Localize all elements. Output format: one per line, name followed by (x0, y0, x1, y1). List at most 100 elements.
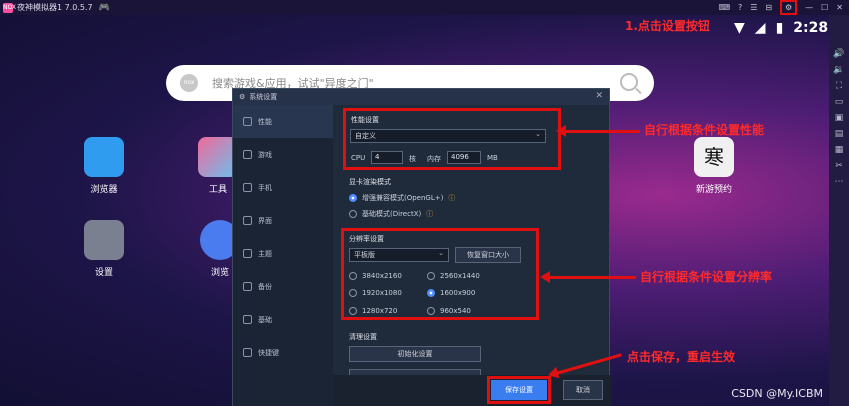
memory-unit: MB (487, 154, 498, 162)
sidebar-item-game[interactable]: 游戏 (233, 138, 333, 171)
nox-logo: nox (180, 74, 198, 92)
theme-icon (243, 249, 252, 258)
settings-button[interactable]: ⚙ (780, 0, 798, 15)
dialog-header: ⚙ 系统设置 (233, 89, 609, 105)
close-icon[interactable]: ✕ (836, 3, 843, 12)
dialog-title: 系统设置 (249, 93, 278, 101)
volume-down-icon[interactable]: 🔉 (833, 65, 844, 75)
radio-dot (349, 272, 357, 280)
render-directx-radio[interactable]: 基础模式(DirectX) ⓘ (349, 209, 433, 219)
res-option-960[interactable]: 960x540 (427, 307, 471, 315)
app-browser[interactable]: 浏览器 (74, 137, 134, 195)
radio-dot (427, 272, 435, 280)
memory-input[interactable]: 4096 (447, 151, 481, 164)
res-option-2560[interactable]: 2560x1440 (427, 272, 480, 280)
dialog-close-icon[interactable]: ✕ (595, 91, 603, 101)
browser-icon (84, 137, 124, 177)
signal-icon: ◢ (754, 20, 766, 36)
game-icon (243, 150, 252, 159)
gear-icon (84, 220, 124, 260)
memory-label: 内存 (427, 155, 441, 163)
screenshot-icon[interactable]: ▦ (835, 145, 844, 155)
settings-dialog: ⚙ 系统设置 ✕ 性能 游戏 手机 界面 主题 备份 基础 快捷键 性能设置 自… (232, 88, 611, 406)
menu-icon[interactable]: ☰ (750, 3, 757, 12)
sidebar-item-shortcut[interactable]: 快捷键 (233, 336, 333, 369)
minimize-icon[interactable]: — (805, 3, 813, 12)
phone-icon (243, 183, 252, 192)
status-bar: ▼ ◢ ▮ 2:28 (734, 20, 828, 36)
arrow-performance (556, 125, 640, 137)
gear-icon: ⚙ (785, 3, 793, 12)
restore-window-button[interactable]: 恢复窗口大小 (455, 247, 521, 263)
radio-dot (349, 194, 357, 202)
maximize-icon[interactable]: ☐ (821, 3, 828, 12)
reset-settings-button[interactable]: 初始化设置 (349, 346, 481, 362)
app-new-games[interactable]: 寒 新游预约 (684, 137, 744, 195)
cpu-unit: 核 (409, 155, 416, 163)
help-icon[interactable]: ? (738, 3, 742, 12)
radio-dot (427, 289, 435, 297)
fullscreen-icon[interactable]: ⛶ (836, 81, 842, 91)
radio-dot (349, 289, 357, 297)
volume-up-icon[interactable]: 🔊 (833, 49, 844, 59)
sidebar-item-performance[interactable]: 性能 (233, 105, 333, 138)
annotation-performance: 自行根据条件设置性能 (644, 123, 765, 137)
basic-icon (243, 315, 252, 324)
annotation-save: 点击保存，重启生效 (627, 350, 736, 364)
sidebar-item-backup[interactable]: 备份 (233, 270, 333, 303)
res-option-1920[interactable]: 1920x1080 (349, 289, 402, 297)
titlebar-icons: ⌨ ? ☰ ⊟ ⚙ — ☐ ✕ (718, 0, 843, 15)
arrow-resolution (540, 271, 636, 283)
clock: 2:28 (793, 20, 829, 36)
clean-title: 清理设置 (349, 333, 377, 341)
more-icon[interactable]: ⋯ (835, 177, 844, 187)
res-option-1280[interactable]: 1280x720 (349, 307, 397, 315)
res-option-1600[interactable]: 1600x900 (427, 289, 475, 297)
radio-dot (349, 210, 357, 218)
save-button[interactable]: 保存设置 (491, 380, 547, 400)
annotation-resolution: 自行根据条件设置分辨率 (640, 270, 773, 284)
info-icon: ⓘ (448, 194, 456, 202)
sidebar-item-theme[interactable]: 主题 (233, 237, 333, 270)
interface-icon (243, 216, 252, 225)
radio-dot (349, 307, 357, 315)
folder-icon[interactable]: ▤ (835, 129, 844, 139)
search-icon[interactable] (620, 73, 638, 91)
render-opengl-radio[interactable]: 增强兼容模式(OpenGL+) ⓘ (349, 193, 455, 203)
gamepad-icon[interactable]: 🎮 (99, 3, 110, 13)
backup-icon (243, 282, 252, 291)
window-title: 夜神模拟器1 7.0.5.7 (17, 3, 93, 12)
cpu-input[interactable]: 4 (371, 151, 403, 164)
shortcut-icon (243, 348, 252, 357)
sidebar-item-interface[interactable]: 界面 (233, 204, 333, 237)
app-logo: NOX (3, 2, 16, 13)
battery-icon: ▮ (775, 20, 784, 36)
cpu-label: CPU (351, 154, 366, 162)
sidebar-item-phone[interactable]: 手机 (233, 171, 333, 204)
annotation-click-settings: 1.点击设置按钮 (625, 19, 710, 33)
cancel-button[interactable]: 取消 (563, 380, 603, 400)
title-bar: NOX 夜神模拟器1 7.0.5.7 🎮 ⌨ ? ☰ ⊟ ⚙ — ☐ ✕ (0, 0, 849, 15)
performance-title: 性能设置 (351, 116, 379, 124)
render-title: 显卡渲染模式 (349, 178, 391, 186)
device-select[interactable]: 平板版 (349, 247, 449, 262)
screen-icon[interactable]: ▭ (835, 97, 844, 107)
res-option-3840[interactable]: 3840x2160 (349, 272, 402, 280)
performance-icon (243, 117, 252, 126)
watermark: CSDN @My.ICBM (731, 387, 823, 400)
resolution-title: 分辨率设置 (349, 235, 384, 243)
scissors-icon[interactable]: ✂ (835, 161, 843, 171)
keyboard-icon[interactable]: ⌨ (718, 3, 730, 12)
settings-sidebar: 性能 游戏 手机 界面 主题 备份 基础 快捷键 (233, 105, 333, 406)
settings-small-icon: ⚙ (239, 93, 246, 101)
right-toolbar: 🔊 🔉 ⛶ ▭ ▣ ▤ ▦ ✂ ⋯ (829, 15, 849, 406)
radio-dot (427, 307, 435, 315)
wifi-icon: ▼ (734, 20, 745, 36)
performance-preset-select[interactable]: 自定义 (350, 128, 546, 143)
minimize-to-tray-icon[interactable]: ⊟ (765, 3, 772, 12)
info-icon: ⓘ (426, 210, 434, 218)
app-settings[interactable]: 设置 (74, 220, 134, 278)
sidebar-item-basic[interactable]: 基础 (233, 303, 333, 336)
apk-icon[interactable]: ▣ (835, 113, 844, 123)
new-games-icon: 寒 (694, 137, 734, 177)
